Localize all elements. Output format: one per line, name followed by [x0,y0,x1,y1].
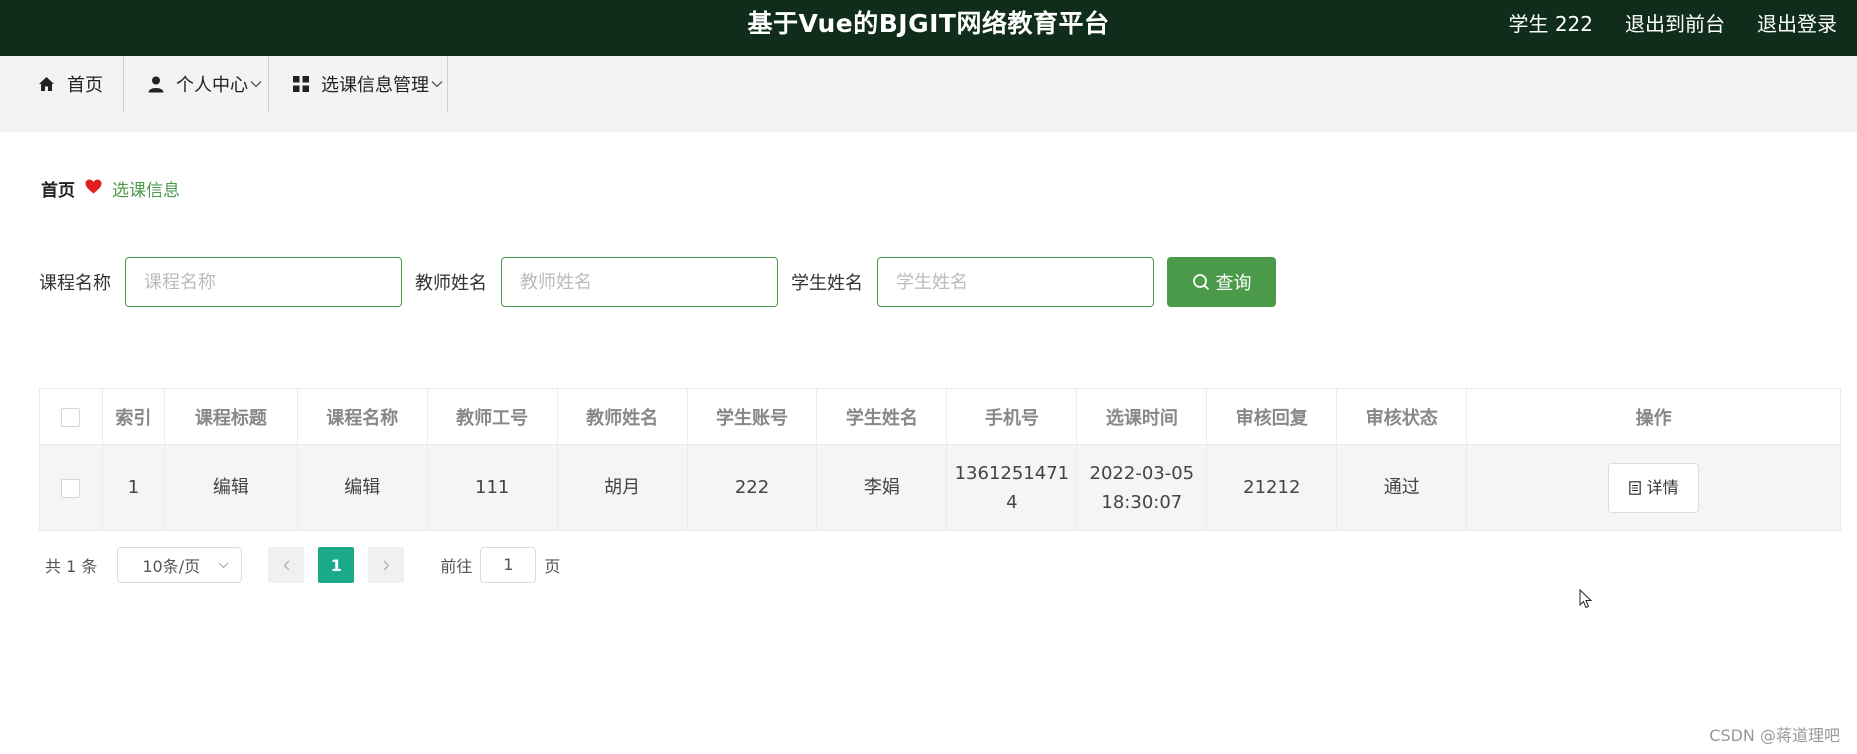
course-name-label: 课程名称 [39,273,111,294]
table-row: 1 编辑 编辑 111 胡月 222 李娟 1361251471 4 2022-… [39,444,1841,531]
page-number-active[interactable]: 1 [318,547,355,583]
chevron-down-icon [250,81,262,88]
column-header: 操作 [1466,388,1841,445]
chevron-down-icon [431,81,443,88]
nav-item-home[interactable]: 首页 [38,56,124,112]
back-to-front-link[interactable]: 退出到前台 [1625,8,1725,37]
breadcrumb-current: 选课信息 [112,181,180,201]
time-clock: 18:30:07 [1101,491,1183,513]
mouse-cursor-icon [1579,589,1593,609]
column-header: 学生账号 [687,388,818,445]
cell-review-reply: 21212 [1206,444,1338,531]
column-header: 审核回复 [1206,388,1338,445]
nav-item-personal-center[interactable]: 个人中心 [148,56,269,112]
prev-page-button[interactable] [268,547,305,583]
column-header: 教师姓名 [557,388,688,445]
chevron-down-icon [218,562,229,568]
phone-line-2: 4 [1006,491,1018,513]
page-size-select[interactable]: 10条/页 [117,547,243,583]
logout-link[interactable]: 退出登录 [1757,8,1837,37]
student-name-label: 学生姓名 [791,273,863,294]
search-bar: 课程名称 教师姓名 学生姓名 查询 [39,257,1276,307]
select-all-cell [39,388,103,445]
watermark: CSDN @蒋道理吧 [1709,726,1840,745]
query-button-label: 查询 [1215,273,1252,293]
chevron-right-icon [383,560,390,570]
detail-button[interactable]: 详情 [1608,462,1700,513]
cell-teacher-name: 胡月 [557,444,688,531]
search-icon [1192,274,1209,291]
column-header: 课程名称 [297,388,428,445]
column-header: 教师工号 [427,388,558,445]
current-user-label[interactable]: 学生 222 [1508,8,1593,37]
grid-icon [293,76,309,92]
cell-actions: 详情 [1466,444,1841,531]
time-date: 2022-03-05 [1089,462,1195,484]
column-header: 索引 [102,388,165,445]
page-suffix-label: 页 [544,557,561,576]
student-name-input[interactable] [877,257,1154,307]
page-size-value: 10条/页 [142,557,201,576]
cell-teacher-id: 111 [427,444,558,531]
cell-student-name: 李娟 [816,444,948,531]
goto-label: 前往 [440,557,473,576]
column-header: 课程标题 [164,388,298,445]
course-name-input[interactable] [125,257,402,307]
cell-phone: 1361251471 4 [946,444,1078,531]
column-header: 手机号 [946,388,1078,445]
cell-selection-time: 2022-03-05 18:30:07 [1076,444,1208,531]
row-checkbox[interactable] [61,478,81,498]
nav-item-label: 选课信息管理 [321,75,429,96]
pagination: 共 1 条 10条/页 1 前往 1 页 [45,547,560,583]
column-header: 审核状态 [1336,388,1468,445]
user-icon [148,76,164,92]
breadcrumb: 首页 选课信息 [41,176,180,201]
breadcrumb-home[interactable]: 首页 [41,176,75,201]
total-count: 共 1 条 [45,557,98,576]
row-select-cell [39,444,103,531]
next-page-button[interactable] [368,547,405,583]
column-header: 学生姓名 [816,388,948,445]
cell-course-title: 编辑 [164,444,298,531]
heart-icon [85,178,102,199]
nav-item-course-selection-mgmt[interactable]: 选课信息管理 [293,56,448,112]
cell-review-status: 通过 [1336,444,1468,531]
home-icon [39,77,54,91]
chevron-left-icon [283,560,290,570]
phone-line-1: 1361251471 [954,462,1070,484]
top-header: 基于Vue的BJGIT网络教育平台 学生 222 退出到前台 退出登录 [0,0,1857,56]
column-header: 选课时间 [1076,388,1208,445]
query-button[interactable]: 查询 [1167,257,1276,307]
cell-student-account: 222 [687,444,818,531]
select-all-checkbox[interactable] [61,407,81,427]
document-icon [1628,480,1641,495]
cell-index: 1 [102,444,165,531]
goto-page-input[interactable]: 1 [480,547,537,583]
nav-item-label: 个人中心 [176,75,248,96]
nav-item-label: 首页 [67,75,103,96]
header-actions: 学生 222 退出到前台 退出登录 [1508,8,1837,37]
course-selection-table: 索引 课程标题 课程名称 教师工号 教师姓名 学生账号 学生姓名 手机号 选课时… [39,388,1841,531]
detail-button-label: 详情 [1646,478,1679,497]
cell-course-name: 编辑 [297,444,428,531]
teacher-name-label: 教师姓名 [415,273,487,294]
table-header-row: 索引 课程标题 课程名称 教师工号 教师姓名 学生账号 学生姓名 手机号 选课时… [39,388,1841,445]
teacher-name-input[interactable] [501,257,778,307]
main-nav: 首页 个人中心 选课信息管理 [0,56,1857,132]
